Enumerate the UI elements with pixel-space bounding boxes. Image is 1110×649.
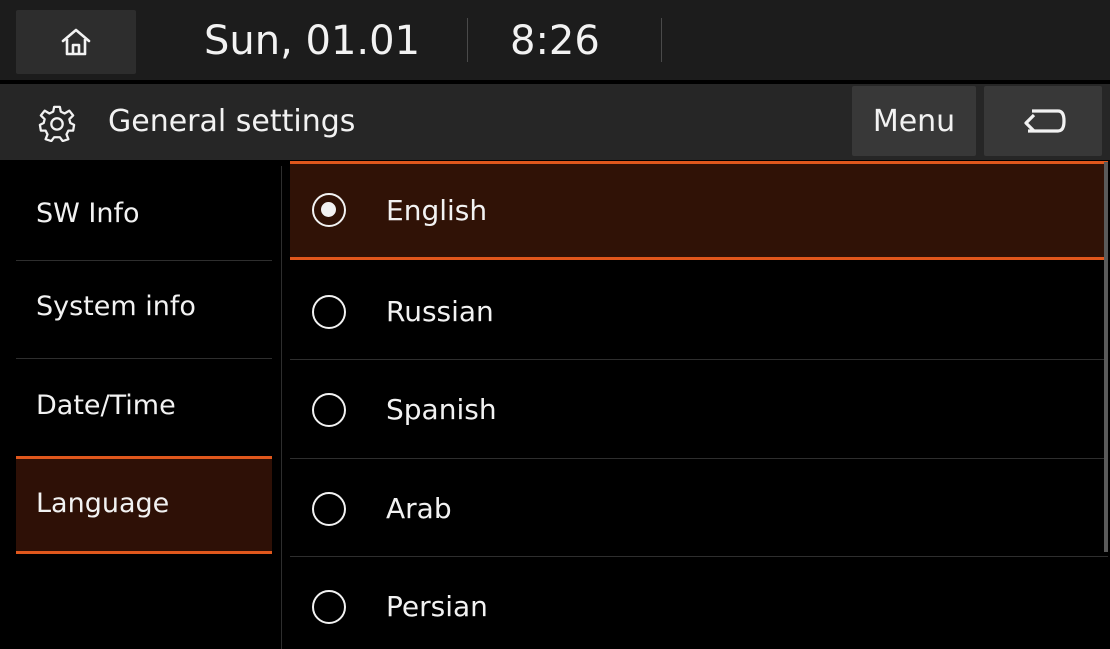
sidebar-item-language[interactable]: Language xyxy=(16,456,272,554)
sidebar-item-date-time[interactable]: Date/Time xyxy=(16,358,272,454)
home-icon xyxy=(61,28,91,56)
language-label: Persian xyxy=(386,590,488,623)
language-option-spanish[interactable]: Spanish xyxy=(290,360,1108,457)
radio-unselected[interactable] xyxy=(312,393,346,427)
status-divider xyxy=(661,18,662,62)
language-label: English xyxy=(386,194,488,227)
radio-unselected[interactable] xyxy=(312,295,346,329)
sidebar-item-sw-info[interactable]: SW Info xyxy=(16,166,272,262)
radio-dot xyxy=(321,202,336,217)
back-button[interactable] xyxy=(984,86,1102,156)
sidebar-item-label: System info xyxy=(36,291,196,322)
back-arrow-icon xyxy=(1024,109,1066,133)
sidebar-item-label: Date/Time xyxy=(36,390,176,421)
status-date: Sun, 01.01 xyxy=(204,18,421,64)
radio-selected[interactable] xyxy=(312,193,346,227)
language-option-arab[interactable]: Arab xyxy=(290,459,1108,556)
language-label: Russian xyxy=(386,295,494,328)
gear-icon xyxy=(38,105,76,142)
sidebar-item-label: SW Info xyxy=(36,198,140,229)
language-label: Spanish xyxy=(386,393,497,426)
language-option-english[interactable]: English xyxy=(290,161,1108,260)
language-option-persian[interactable]: Persian xyxy=(290,557,1108,649)
scrollbar[interactable] xyxy=(1104,162,1108,552)
radio-unselected[interactable] xyxy=(312,492,346,526)
language-option-russian[interactable]: Russian xyxy=(290,262,1108,359)
radio-unselected[interactable] xyxy=(312,590,346,624)
page-title: General settings xyxy=(108,104,356,139)
sidebar-item-label: Language xyxy=(36,488,170,519)
status-bar: Sun, 01.01 8:26 xyxy=(0,0,1110,80)
sidebar-item-system-info[interactable]: System info xyxy=(16,259,272,355)
status-time: 8:26 xyxy=(510,18,600,64)
home-button[interactable] xyxy=(16,10,136,74)
language-label: Arab xyxy=(386,492,452,525)
sidebar-divider xyxy=(281,166,282,649)
menu-button[interactable]: Menu xyxy=(852,86,976,156)
status-divider xyxy=(467,18,468,62)
